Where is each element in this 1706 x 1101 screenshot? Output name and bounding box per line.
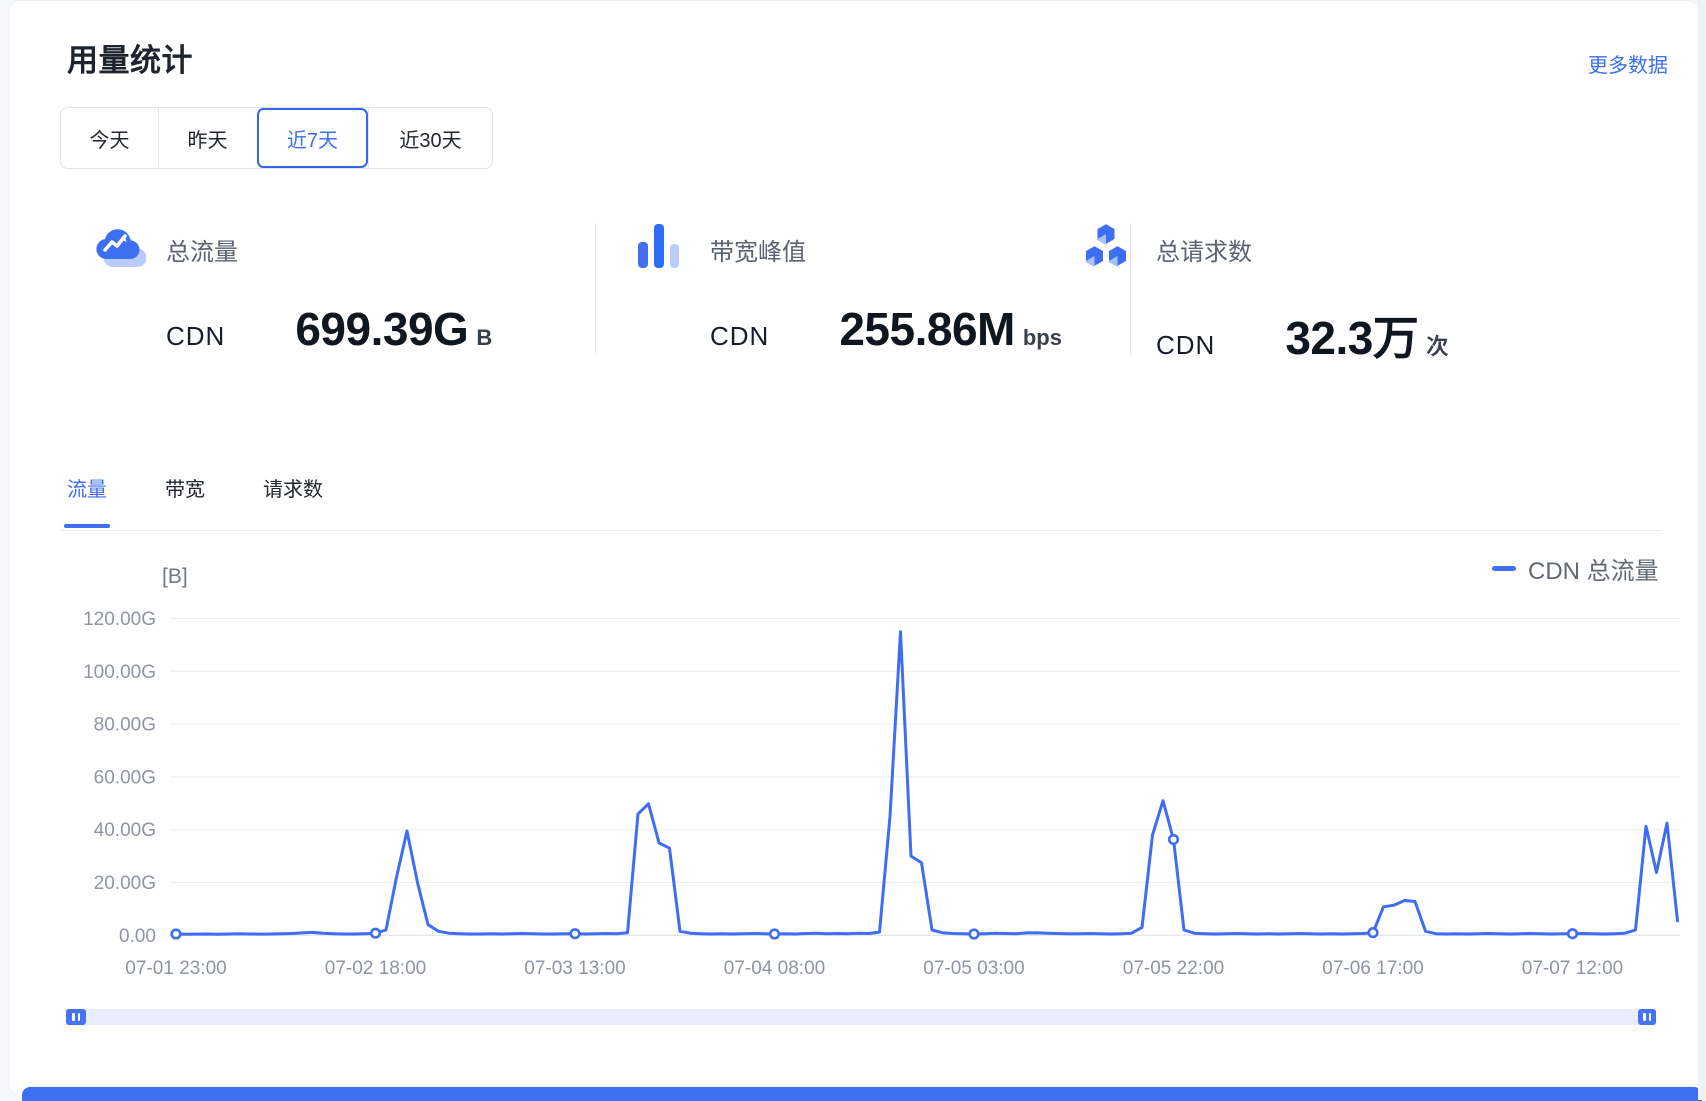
svg-text:120.00G: 120.00G bbox=[83, 609, 156, 630]
svg-text:40.00G: 40.00G bbox=[94, 820, 156, 841]
range-tab-7days[interactable]: 近7天 bbox=[256, 108, 368, 168]
svg-text:07-02 18:00: 07-02 18:00 bbox=[325, 958, 426, 979]
range-tab-30days[interactable]: 近30天 bbox=[368, 108, 492, 168]
svg-text:07-04 08:00: 07-04 08:00 bbox=[724, 958, 825, 979]
stat-unit: bps bbox=[1023, 325, 1062, 351]
svg-text:07-03 13:00: 07-03 13:00 bbox=[524, 958, 625, 979]
svg-text:[B]: [B] bbox=[162, 565, 188, 588]
chart-tab-traffic[interactable]: 流量 bbox=[67, 473, 107, 502]
stat-product: CDN bbox=[166, 321, 225, 352]
stat-unit: 次 bbox=[1426, 329, 1448, 361]
slider-right-handle[interactable] bbox=[1638, 1009, 1656, 1025]
stat-value: 255.86M bbox=[839, 302, 1015, 356]
stat-product: CDN bbox=[1156, 330, 1215, 361]
cloud-traffic-icon bbox=[92, 222, 146, 274]
more-data-link[interactable]: 更多数据 bbox=[1588, 49, 1668, 78]
svg-text:20.00G: 20.00G bbox=[94, 873, 156, 894]
stat-card-total-traffic: 总流量 CDN 699.39G B bbox=[90, 204, 540, 364]
stat-value: 699.39G bbox=[295, 302, 468, 356]
svg-text:100.00G: 100.00G bbox=[83, 662, 156, 683]
page-title: 用量统计 bbox=[67, 35, 193, 80]
stat-label: 带宽峰值 bbox=[710, 232, 806, 267]
page-scrollbar[interactable] bbox=[1698, 0, 1706, 1100]
stat-product: CDN bbox=[710, 321, 769, 352]
usage-line-chart: 0.00 20.00G 40.00G 60.00G 80.00G 100.00G 120.0… bbox=[10, 541, 1706, 1016]
bottom-blue-bar bbox=[22, 1087, 1702, 1101]
bandwidth-bars-icon bbox=[636, 222, 690, 274]
svg-text:07-01 23:00: 07-01 23:00 bbox=[125, 958, 226, 979]
requests-cubes-icon bbox=[1082, 222, 1136, 274]
svg-text:60.00G: 60.00G bbox=[94, 767, 156, 788]
range-tab-today[interactable]: 今天 bbox=[61, 108, 158, 168]
svg-text:07-06 17:00: 07-06 17:00 bbox=[1322, 958, 1423, 979]
chart-tab-requests[interactable]: 请求数 bbox=[263, 473, 323, 502]
stat-label: 总请求数 bbox=[1156, 232, 1252, 267]
stat-divider bbox=[595, 223, 596, 355]
slider-track[interactable] bbox=[66, 1009, 1656, 1025]
active-tab-underline bbox=[64, 524, 110, 528]
range-tab-yesterday[interactable]: 昨天 bbox=[158, 108, 256, 168]
svg-text:CDN 总流量: CDN 总流量 bbox=[1528, 558, 1659, 585]
svg-text:07-05 03:00: 07-05 03:00 bbox=[923, 958, 1024, 979]
tabs-divider bbox=[60, 530, 1662, 531]
stat-card-peak-bandwidth: 带宽峰值 CDN 255.86M bps bbox=[634, 204, 1084, 364]
stat-value-row: CDN 699.39G B bbox=[166, 302, 492, 356]
stat-value-row: CDN 32.3万 次 bbox=[1156, 302, 1448, 368]
stat-value-row: CDN 255.86M bps bbox=[710, 302, 1062, 356]
svg-text:07-07 12:00: 07-07 12:00 bbox=[1522, 958, 1623, 979]
svg-text:0.00: 0.00 bbox=[119, 926, 156, 947]
svg-text:07-05 22:00: 07-05 22:00 bbox=[1123, 958, 1224, 979]
chart-tab-bandwidth[interactable]: 带宽 bbox=[165, 473, 205, 502]
usage-statistics-card: 用量统计 更多数据 今天 昨天 近7天 近30天 总流量 CDN 699.39G… bbox=[10, 0, 1698, 1094]
stat-unit: B bbox=[476, 325, 492, 351]
stat-card-total-requests: 总请求数 CDN 32.3万 次 bbox=[1080, 204, 1530, 364]
stat-value: 32.3万 bbox=[1285, 302, 1418, 368]
date-range-tabs: 今天 昨天 近7天 近30天 bbox=[60, 107, 493, 169]
slider-left-handle[interactable] bbox=[66, 1009, 86, 1025]
stat-label: 总流量 bbox=[166, 232, 238, 267]
svg-text:80.00G: 80.00G bbox=[94, 715, 156, 736]
